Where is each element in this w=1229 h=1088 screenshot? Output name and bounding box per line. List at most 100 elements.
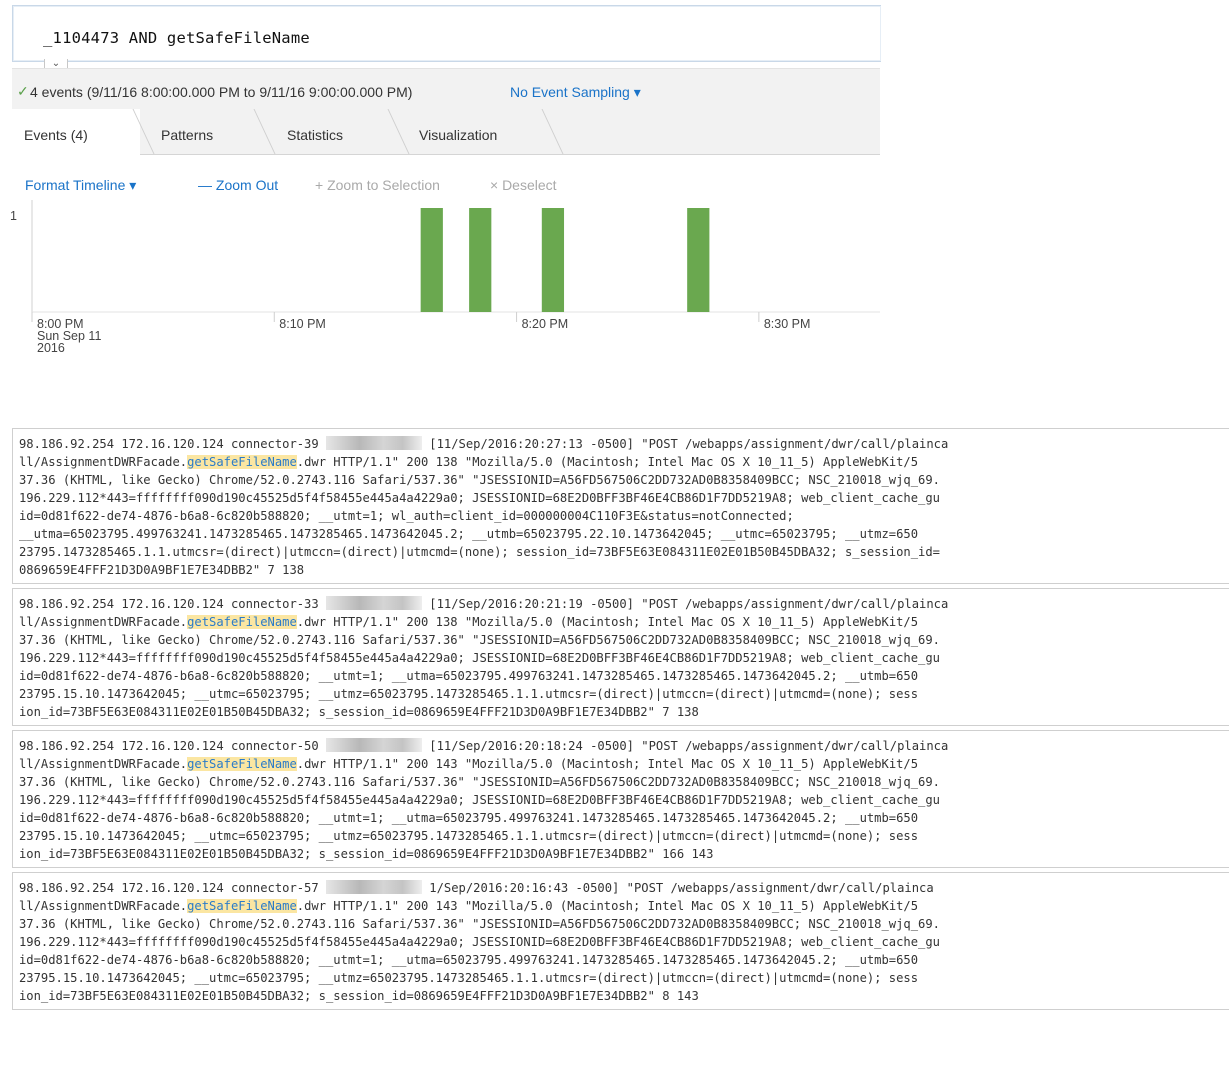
redacted-field <box>326 436 422 450</box>
check-icon: ✓ <box>17 83 29 99</box>
event-text: 196.229.112*443=ffffffff090d190c45525d5f… <box>19 651 940 665</box>
format-timeline-button[interactable]: Format Timeline ▾ <box>25 177 136 194</box>
results-tabs: Events (4) Patterns Statistics Visualiza… <box>12 109 880 155</box>
tab-patterns[interactable]: Patterns <box>148 109 258 154</box>
event-raw-line: 196.229.112*443=ffffffff090d190c45525d5f… <box>19 933 1229 951</box>
zoom-out-button[interactable]: — Zoom Out <box>198 177 278 193</box>
tab-visualization-label: Visualization <box>419 127 498 143</box>
redacted-field <box>326 880 422 894</box>
x-tick-label-line: 2016 <box>37 341 65 355</box>
event-raw-line: 98.186.92.254 172.16.120.124 connector-3… <box>19 435 1229 453</box>
timeline-bar[interactable] <box>420 208 443 312</box>
event-text: .dwr HTTP/1.1" 200 138 "Mozilla/5.0 (Mac… <box>296 455 919 469</box>
event-text: 196.229.112*443=ffffffff090d190c45525d5f… <box>19 935 940 949</box>
search-box[interactable]: _1104473 AND getSafeFileName ⌄ <box>12 5 881 74</box>
event-text: 37.36 (KHTML, like Gecko) Chrome/52.0.27… <box>19 917 940 931</box>
event-text: 98.186.92.254 172.16.120.124 connector-5… <box>19 739 326 753</box>
event-text: ll/AssignmentDWRFacade. <box>19 455 188 469</box>
event-raw-line: id=0d81f622-de74-4876-b6a8-6c820b588820;… <box>19 667 1229 685</box>
event-text: 98.186.92.254 172.16.120.124 connector-3… <box>19 597 326 611</box>
event-raw-line: id=0d81f622-de74-4876-b6a8-6c820b588820;… <box>19 809 1229 827</box>
event-text: id=0d81f622-de74-4876-b6a8-6c820b588820;… <box>19 669 919 683</box>
event-text: 98.186.92.254 172.16.120.124 connector-3… <box>19 437 326 451</box>
event-raw-line: id=0d81f622-de74-4876-b6a8-6c820b588820;… <box>19 951 1229 969</box>
search-input[interactable]: _1104473 AND getSafeFileName <box>43 29 310 47</box>
x-tick-label: 8:00 PM Sun Sep 11 2016 <box>37 318 101 355</box>
event-text: 23795.15.10.1473642045; __utmc=65023795;… <box>19 971 919 985</box>
event-row[interactable]: 98.186.92.254 172.16.120.124 connector-5… <box>12 872 1229 1010</box>
search-status-bar: ✓ 4 events (9/11/16 8:00:00.000 PM to 9/… <box>12 68 880 110</box>
event-raw-line: 98.186.92.254 172.16.120.124 connector-3… <box>19 595 1229 613</box>
x-tick-label-line: 8:30 PM <box>763 317 811 331</box>
event-raw-line: 37.36 (KHTML, like Gecko) Chrome/52.0.27… <box>19 773 1229 791</box>
event-raw-line: 98.186.92.254 172.16.120.124 connector-5… <box>19 879 1229 897</box>
tab-patterns-label: Patterns <box>161 127 214 143</box>
tab-events-label: Events (4) <box>24 127 88 143</box>
timeline-bar[interactable] <box>469 208 492 312</box>
event-text: 1/Sep/2016:20:16:43 -0500] "POST /webapp… <box>422 881 934 895</box>
event-text: .dwr HTTP/1.1" 200 143 "Mozilla/5.0 (Mac… <box>296 899 919 913</box>
event-text: ll/AssignmentDWRFacade. <box>19 757 188 771</box>
event-raw-line: 37.36 (KHTML, like Gecko) Chrome/52.0.27… <box>19 915 1229 933</box>
event-text: 0869659E4FFF21D3D0A9BF1E7E34DBB2" 7 138 <box>19 563 305 577</box>
tab-events[interactable]: Events (4) <box>12 109 140 155</box>
x-tick-label: 8:20 PM <box>521 317 569 331</box>
y-tick-label: 1 <box>10 209 17 223</box>
tab-statistics-label: Statistics <box>287 127 344 143</box>
event-raw-line: 98.186.92.254 172.16.120.124 connector-5… <box>19 737 1229 755</box>
event-raw-line: ion_id=73BF5E63E084311E02E01B50B45DBA32;… <box>19 845 1229 863</box>
timeline-chart-svg <box>31 200 880 322</box>
event-text: [11/Sep/2016:20:18:24 -0500] "POST /weba… <box>422 739 949 753</box>
redacted-field <box>326 738 422 752</box>
event-raw-line: 37.36 (KHTML, like Gecko) Chrome/52.0.27… <box>19 471 1229 489</box>
x-tick-label-line: 8:10 PM <box>279 317 326 331</box>
event-raw-line: 23795.15.10.1473642045; __utmc=65023795;… <box>19 827 1229 845</box>
event-text: ion_id=73BF5E63E084311E02E01B50B45DBA32;… <box>19 705 699 719</box>
x-tick-label-line: 8:20 PM <box>521 317 569 331</box>
timeline-bar[interactable] <box>687 208 710 312</box>
event-raw-line: ll/AssignmentDWRFacade.getSafeFileName.d… <box>19 755 1229 773</box>
event-text: __utma=65023795.499763241.1473285465.147… <box>19 527 919 541</box>
event-raw-line: 0869659E4FFF21D3D0A9BF1E7E34DBB2" 7 138 <box>19 561 1229 579</box>
timeline-chart[interactable]: 1 8:00 PM Sun Sep 11 2016 8:10 PM 8:20 PM 8:3… <box>0 200 880 370</box>
event-text: .dwr HTTP/1.1" 200 143 "Mozilla/5.0 (Mac… <box>296 757 919 771</box>
event-text: 23795.15.10.1473642045; __utmc=65023795;… <box>19 687 919 701</box>
events-list: 98.186.92.254 172.16.120.124 connector-3… <box>12 428 1229 1014</box>
event-text: 37.36 (KHTML, like Gecko) Chrome/52.0.27… <box>19 473 940 487</box>
timeline-bar[interactable] <box>541 208 565 312</box>
event-raw-line: 37.36 (KHTML, like Gecko) Chrome/52.0.27… <box>19 631 1229 649</box>
event-raw-line: 23795.15.10.1473642045; __utmc=65023795;… <box>19 685 1229 703</box>
event-text: ion_id=73BF5E63E084311E02E01B50B45DBA32;… <box>19 989 699 1003</box>
event-text: [11/Sep/2016:20:27:13 -0500] "POST /weba… <box>422 437 949 451</box>
event-raw-line: 196.229.112*443=ffffffff090d190c45525d5f… <box>19 791 1229 809</box>
event-raw-line: ll/AssignmentDWRFacade.getSafeFileName.d… <box>19 897 1229 915</box>
event-text: 98.186.92.254 172.16.120.124 connector-5… <box>19 881 326 895</box>
event-text: id=0d81f622-de74-4876-b6a8-6c820b588820;… <box>19 509 794 523</box>
x-tick-label: 8:30 PM <box>763 317 811 331</box>
event-raw-line: ion_id=73BF5E63E084311E02E01B50B45DBA32;… <box>19 703 1229 721</box>
search-term-highlight: getSafeFileName <box>187 455 297 469</box>
x-tick-label: 8:10 PM <box>279 317 326 331</box>
zoom-to-selection-button[interactable]: + Zoom to Selection <box>315 177 440 193</box>
tab-visualization[interactable]: Visualization <box>404 109 552 154</box>
search-term-highlight: getSafeFileName <box>187 899 297 913</box>
event-text: 23795.1473285465.1.1.utmcsr=(direct)|utm… <box>19 545 940 559</box>
event-raw-line: 196.229.112*443=ffffffff090d190c45525d5f… <box>19 649 1229 667</box>
event-text: id=0d81f622-de74-4876-b6a8-6c820b588820;… <box>19 953 919 967</box>
event-count-summary: 4 events (9/11/16 8:00:00.000 PM to 9/11… <box>30 84 413 100</box>
event-text: 37.36 (KHTML, like Gecko) Chrome/52.0.27… <box>19 775 940 789</box>
tab-statistics[interactable]: Statistics <box>270 109 392 154</box>
event-row[interactable]: 98.186.92.254 172.16.120.124 connector-5… <box>12 730 1229 868</box>
event-raw-line: __utma=65023795.499763241.1473285465.147… <box>19 525 1229 543</box>
event-text: id=0d81f622-de74-4876-b6a8-6c820b588820;… <box>19 811 919 825</box>
event-raw-line: id=0d81f622-de74-4876-b6a8-6c820b588820;… <box>19 507 1229 525</box>
redacted-field <box>326 596 422 610</box>
search-term-highlight: getSafeFileName <box>187 615 297 629</box>
event-raw-line: ll/AssignmentDWRFacade.getSafeFileName.d… <box>19 613 1229 631</box>
event-row[interactable]: 98.186.92.254 172.16.120.124 connector-3… <box>12 428 1229 584</box>
deselect-button[interactable]: × Deselect <box>490 177 557 193</box>
event-sampling-dropdown[interactable]: No Event Sampling ▾ <box>510 84 641 101</box>
event-raw-line: 23795.15.10.1473642045; __utmc=65023795;… <box>19 969 1229 987</box>
event-row[interactable]: 98.186.92.254 172.16.120.124 connector-3… <box>12 588 1229 726</box>
event-text: 196.229.112*443=ffffffff090d190c45525d5f… <box>19 491 940 505</box>
